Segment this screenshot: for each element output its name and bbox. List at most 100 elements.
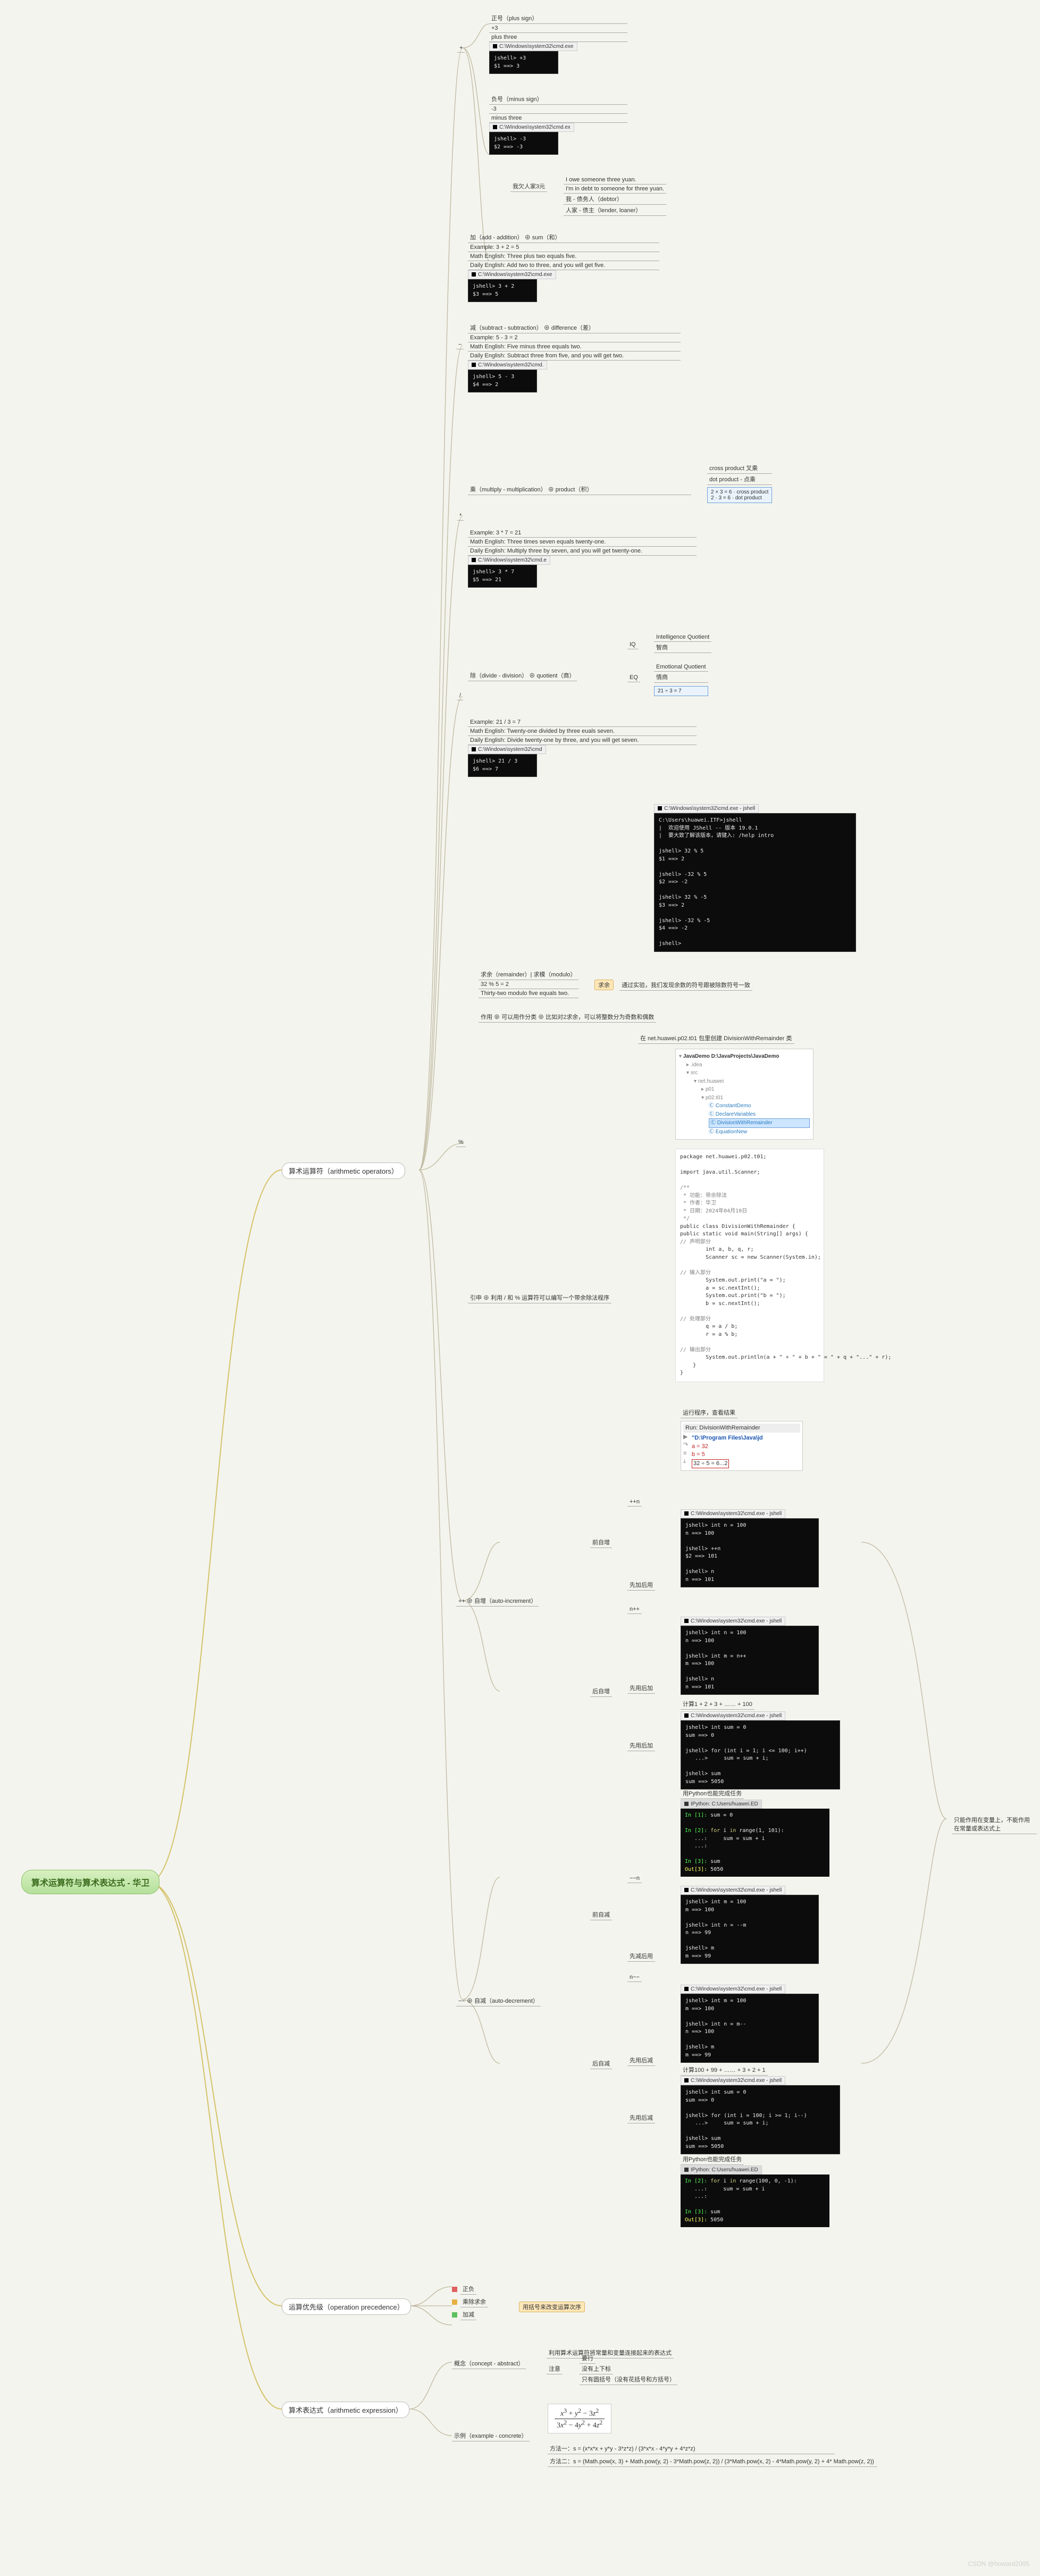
sub-lbl: 减（subtract - subtraction） ⊕ difference（差… bbox=[468, 322, 681, 333]
plus-sign-ex: +3 bbox=[489, 24, 627, 33]
mod-upgrade: 引申 ⊕ 利用 / 和 % 运算符可以编写一个带余除法程序 bbox=[468, 1292, 611, 1303]
root-title: 算术运算符与算术表达式 - 华卫 bbox=[31, 1879, 149, 1888]
nmm: n−− bbox=[627, 1973, 642, 1982]
terminal-predec-wrap: C:\Windows\system32\cmd.exe - jshell jsh… bbox=[681, 1886, 819, 1964]
py-term1: In [1]: sum = 0 In [2]: for i in range(1… bbox=[681, 1809, 829, 1877]
term-icon bbox=[472, 747, 476, 751]
term-title-sub-text: C:\Windows\system32\cmd. bbox=[478, 362, 543, 368]
expr-f2: 方法二：s = (Math.pow(x, 3) + Math.pow(y, 2)… bbox=[548, 2456, 877, 2467]
term-icon bbox=[684, 1619, 689, 1623]
tree-p01[interactable]: p01 bbox=[701, 1085, 810, 1094]
subtraction-block: 减（subtract - subtraction） ⊕ difference（差… bbox=[468, 322, 681, 392]
term-title-predec-text: C:\Windows\system32\cmd.exe - jshell bbox=[691, 1887, 782, 1893]
term-icon bbox=[684, 1987, 689, 1991]
op-mod[interactable]: % bbox=[456, 1138, 466, 1147]
plus-sign-label: 正号（plus sign） bbox=[489, 13, 627, 24]
tree-p02[interactable]: p02.t01 bbox=[701, 1094, 810, 1102]
term-icon bbox=[472, 272, 476, 277]
add-me: Math English: Three plus two equals five… bbox=[468, 252, 659, 261]
op-inc-label: ++ bbox=[458, 1598, 465, 1604]
runout-path: "D:\Program Files\Java\jd bbox=[692, 1434, 800, 1442]
term-icon bbox=[472, 558, 476, 562]
tree-idea[interactable]: .idea bbox=[686, 1061, 810, 1069]
tree-root-text: JavaDemo D:\JavaProjects\JavaDemo bbox=[683, 1053, 779, 1059]
xj3-label: 先用后加 bbox=[627, 1740, 655, 1751]
xy-label: 先减后用 bbox=[627, 1951, 655, 1962]
cat-expression[interactable]: 算术表达式（arithmetic expression） bbox=[282, 2402, 409, 2418]
mmn: −−n bbox=[627, 1874, 642, 1883]
cat-precedence[interactable]: 运算优先级（operation precedence） bbox=[282, 2298, 411, 2315]
op-inc[interactable]: ++ ⊕ 自增（auto-increment） bbox=[456, 1595, 539, 1607]
prec-1: 正负 bbox=[460, 2284, 476, 2295]
java-c-proc: // 处理部分 bbox=[680, 1316, 819, 1324]
div-me: Math English: Twenty-one divided by thre… bbox=[468, 727, 697, 736]
term-title-add-text: C:\Windows\system32\cmd.exe bbox=[478, 272, 552, 278]
term-title-postdec-text: C:\Windows\system32\cmd.exe - jshell bbox=[691, 1986, 782, 1992]
eq2: 情商 bbox=[654, 672, 708, 683]
mod-note: 通过实验，我们发现余数的符号跟被除数符号一致 bbox=[619, 980, 752, 991]
xj2-label: 先用后加 bbox=[627, 1683, 655, 1694]
tree-src[interactable]: src bbox=[686, 1069, 810, 1077]
py-term1-wrap: IPython: C:Users/huawei.ED In [1]: sum =… bbox=[681, 1800, 829, 1877]
java-c-in: // 输入部分 bbox=[680, 1269, 819, 1277]
cat-arith-ops[interactable]: 算术运算符（arithmetic operators） bbox=[282, 1162, 405, 1179]
root-node[interactable]: 算术运算符与算术表达式 - 华卫 bbox=[21, 1870, 160, 1894]
mul-ex: Example: 3 * 7 = 21 bbox=[468, 529, 697, 538]
prec-list: 正负 乘除求余 加减 bbox=[452, 2284, 488, 2322]
mod-use: 作用 ⊕ 可以用作分类 ⊕ 比如对2求余，可以将整数分为奇数和偶数 bbox=[479, 1011, 656, 1023]
terminal-preinc-wrap: C:\Windows\system32\cmd.exe - jshell jsh… bbox=[681, 1509, 819, 1587]
java-decl: int a, b, q, r; Scanner sc = new Scanner… bbox=[680, 1246, 819, 1261]
pre-dec-label: 前自减 bbox=[590, 1909, 612, 1920]
mul-dot: dot product - 点乘 bbox=[707, 474, 772, 485]
op-dec[interactable]: −− ⊕ 自减（auto-decrement） bbox=[456, 1995, 541, 2006]
pre-inc-label: 前自增 bbox=[590, 1537, 612, 1548]
tree-c2[interactable]: Ⓒ DeclareVariables bbox=[709, 1110, 810, 1119]
term-title-postdec: C:\Windows\system32\cmd.exe - jshell bbox=[681, 1985, 785, 1994]
prec-note: 用括号来改变运算次序 bbox=[519, 2302, 585, 2312]
tree-pkg1[interactable]: net.huawei bbox=[694, 1077, 810, 1086]
op-plus[interactable]: + bbox=[457, 44, 465, 53]
java-cls: public class DivisionWithRemainder { bbox=[680, 1223, 819, 1231]
java-proc: q = a / b; r = a % b; bbox=[680, 1323, 819, 1339]
watermark: CSDN @howard2005 bbox=[968, 2560, 1029, 2567]
ij-gutter-icons[interactable]: ▶↷≡⤓ bbox=[683, 1433, 688, 1466]
tree-c4[interactable]: Ⓒ EquationNew bbox=[709, 1128, 810, 1136]
term-icon bbox=[493, 125, 497, 129]
terminal-postdec: jshell> int m = 100 m ==> 100 jshell> in… bbox=[681, 1994, 819, 2063]
term-title-sum2-text: C:\Windows\system32\cmd.exe - jshell bbox=[691, 2078, 782, 2084]
expr-do: 要行 bbox=[580, 2353, 596, 2364]
project-tree[interactable]: JavaDemo D:\JavaProjects\JavaDemo .idea … bbox=[675, 1049, 813, 1140]
term-icon bbox=[472, 363, 476, 367]
terminal-mod: C:\Users\huawei.ITF>jshell | 欢迎使用 JShell… bbox=[654, 813, 856, 952]
term-title-sum: C:\Windows\system32\cmd.exe - jshell bbox=[681, 1711, 785, 1720]
xj-label: 先加后用 bbox=[627, 1579, 655, 1591]
iq-abbr: IQ bbox=[630, 641, 636, 648]
plus-sign-block: 正号（plus sign） +3 plus three C:\Windows\s… bbox=[489, 13, 627, 74]
terminal-neg-sign: jshell> -3 $2 ==> -3 bbox=[489, 132, 558, 155]
sum2-label: 计算100 + 99 + …… + 3 + 2 + 1 bbox=[681, 2064, 768, 2076]
div-de: Daily English: Divide twenty-one by thre… bbox=[468, 736, 697, 745]
runout-b: b = 5 bbox=[692, 1451, 800, 1459]
runout-title: Run: DivisionWithRemainder bbox=[683, 1424, 800, 1433]
term-icon bbox=[684, 1802, 689, 1806]
post-dec-label: 后自减 bbox=[590, 2058, 612, 2069]
tree-c3[interactable]: Ⓒ DivisionWithRemainder bbox=[709, 1118, 810, 1128]
tree-c1[interactable]: Ⓒ ConstantDemo bbox=[709, 1102, 810, 1110]
multiply-block: 乘（multiply - multiplication） ⊕ product（积… bbox=[468, 484, 691, 495]
tree-c4-text: EquationNew bbox=[716, 1129, 747, 1135]
terminal-sub: jshell> 5 - 3 $4 ==> 2 bbox=[468, 370, 537, 392]
div-example-q: 21 ÷ 3 = 7 bbox=[654, 686, 708, 696]
term-title-sum-text: C:\Windows\system32\cmd.exe - jshell bbox=[691, 1713, 782, 1719]
prec-icon-3 bbox=[452, 2312, 457, 2318]
op-mul[interactable]: * bbox=[457, 512, 464, 521]
mod-pkg-lbl: 在 net.huawei.p02.t01 包里创建 DivisionWithRe… bbox=[638, 1033, 794, 1044]
py-label: 用Python也能完成任务 bbox=[681, 1788, 744, 1799]
divide-details: Example: 21 / 3 = 7 Math English: Twenty… bbox=[468, 718, 697, 777]
post-inc-label: 后自增 bbox=[590, 1686, 612, 1697]
op-div[interactable]: / bbox=[457, 691, 463, 700]
mod-tag: 求余 bbox=[594, 980, 614, 990]
term-title-neg: C:\Windows\system32\cmd.ex bbox=[489, 123, 574, 132]
mod-tag-note: 求余 通过实验，我们发现余数的符号跟被除数符号一致 bbox=[594, 980, 752, 991]
op-minus[interactable]: − bbox=[456, 340, 464, 349]
term-title-add: C:\Windows\system32\cmd.exe bbox=[468, 270, 556, 279]
